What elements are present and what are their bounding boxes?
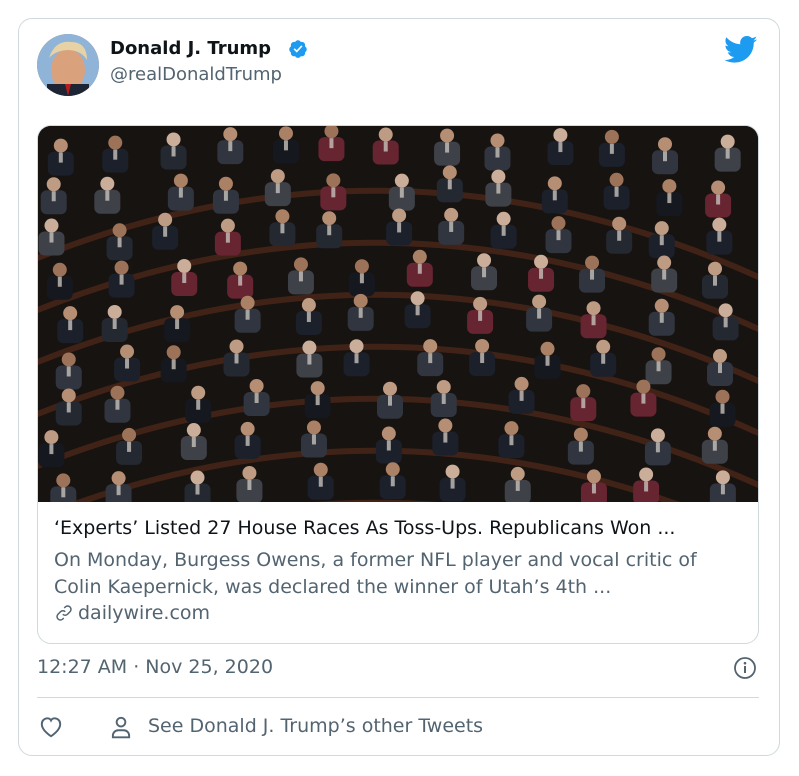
- link-headline: ‘Experts’ Listed 27 House Races As Toss-…: [54, 517, 676, 539]
- author-name[interactable]: Donald J. Trump: [110, 38, 271, 59]
- article-photo: [38, 126, 758, 502]
- divider: [37, 697, 759, 698]
- see-other-tweets-link[interactable]: See Donald J. Trump’s other Tweets: [148, 715, 483, 737]
- author-handle[interactable]: @realDonaldTrump: [110, 64, 282, 85]
- twitter-bird-icon[interactable]: [724, 36, 758, 64]
- avatar[interactable]: [37, 34, 99, 96]
- link-preview-card[interactable]: ‘Experts’ Listed 27 House Races As Toss-…: [37, 125, 759, 644]
- link-description: On Monday, Burgess Owens, a former NFL p…: [54, 549, 697, 598]
- link-domain-text: dailywire.com: [78, 602, 211, 624]
- link-domain: dailywire.com: [54, 602, 210, 624]
- link-icon: [56, 605, 72, 621]
- verified-badge-icon: [289, 40, 307, 58]
- person-icon[interactable]: [108, 714, 134, 740]
- heart-icon[interactable]: [38, 714, 64, 740]
- info-icon[interactable]: [733, 656, 757, 680]
- tweet-timestamp[interactable]: 12:27 AM · Nov 25, 2020: [37, 656, 273, 678]
